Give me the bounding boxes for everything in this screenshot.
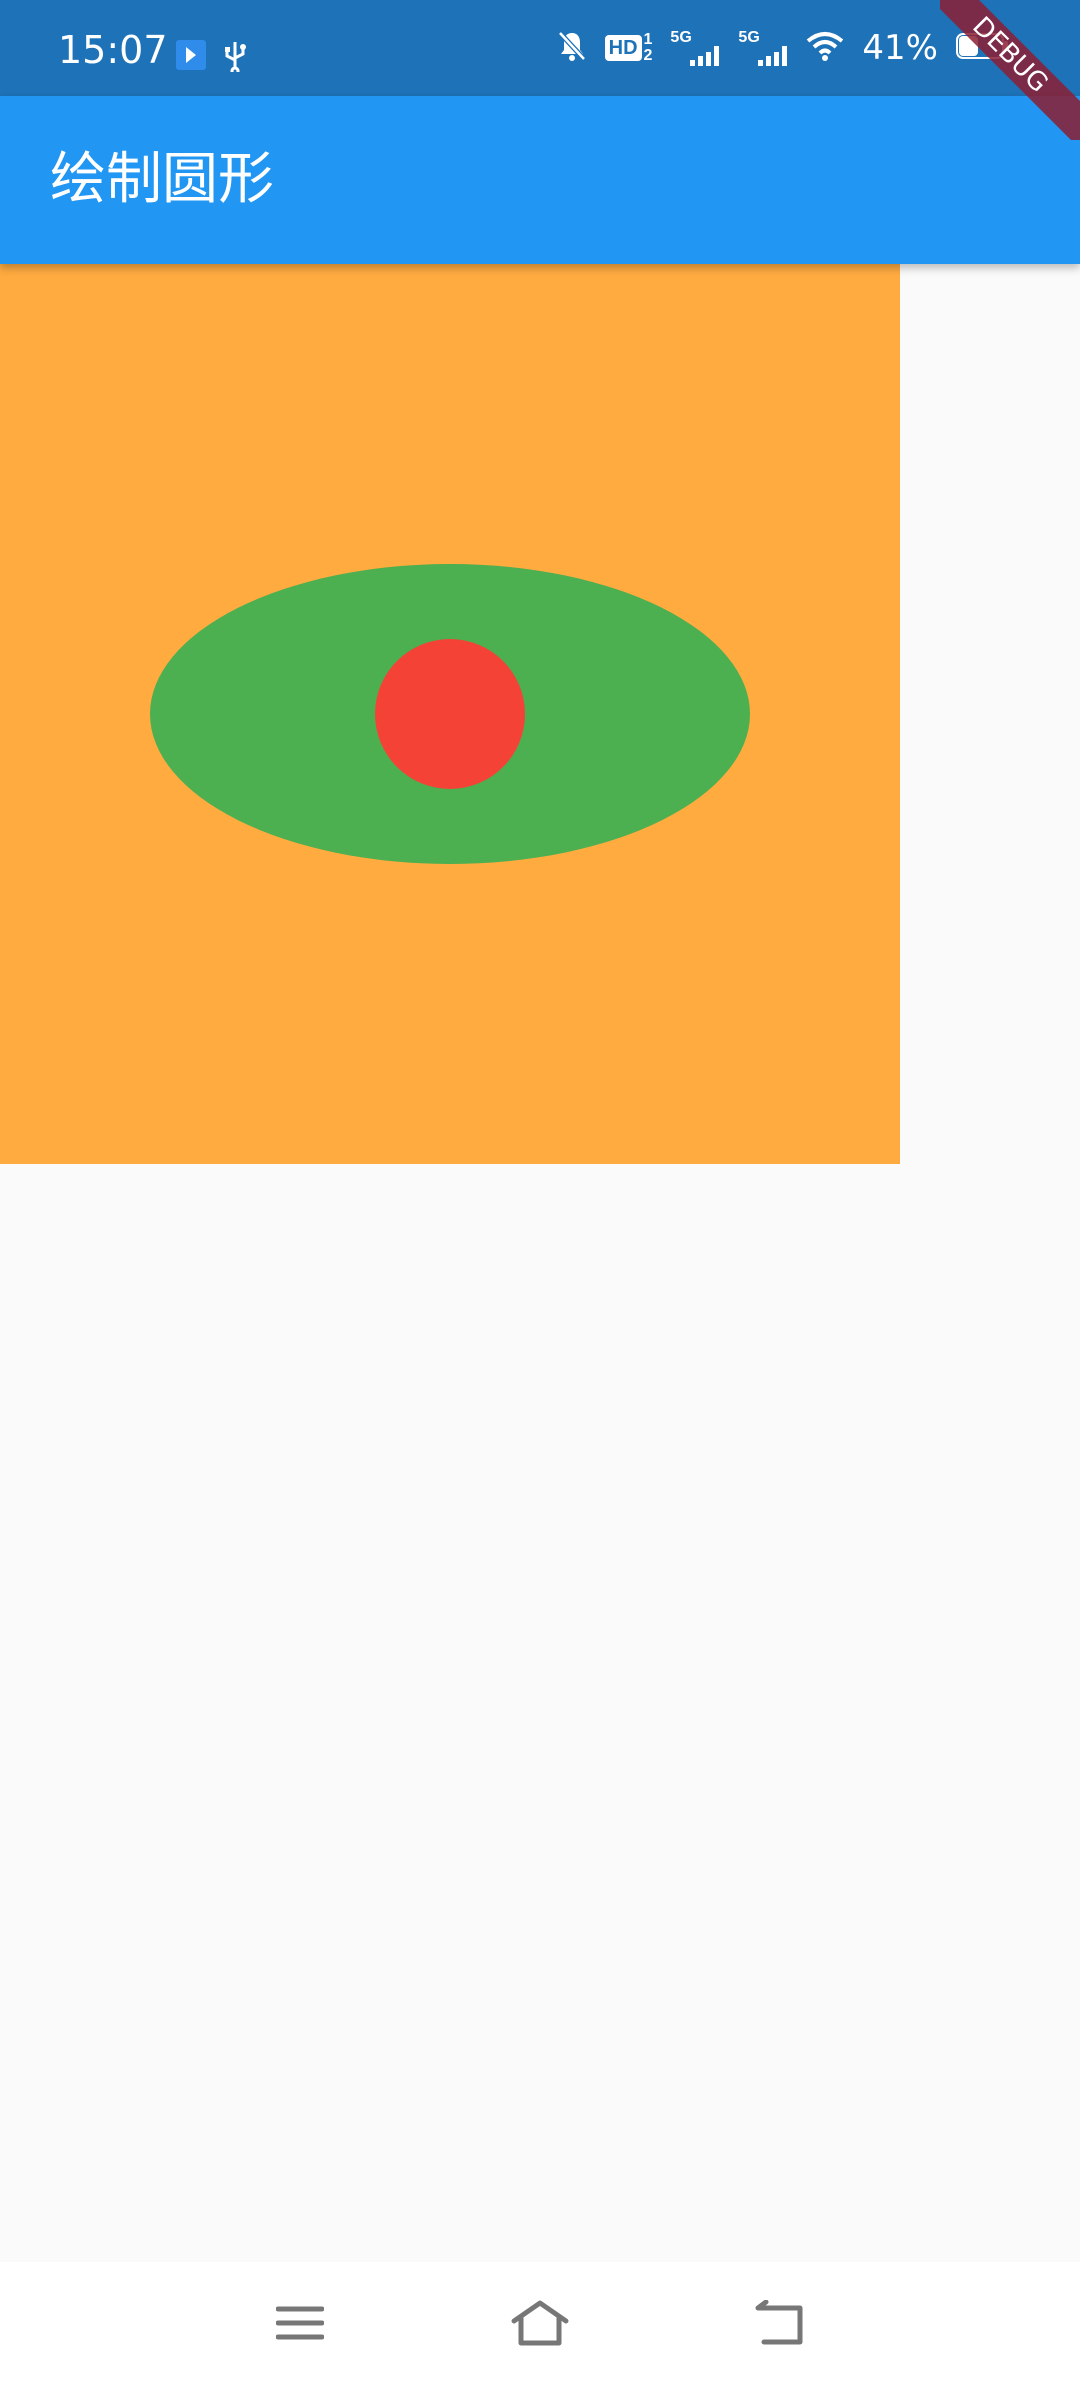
bell-muted-icon <box>557 30 587 67</box>
battery-percent: 41% <box>862 28 938 68</box>
status-time: 15:07 <box>58 28 168 72</box>
menu-button[interactable] <box>265 2290 335 2360</box>
cast-icon <box>176 40 206 75</box>
page-title: 绘制圆形 <box>50 147 274 212</box>
signal-5g-icon: 5G <box>738 30 788 66</box>
debug-label: DEBUG <box>940 0 1080 140</box>
app-bar: 绘制圆形 <box>0 96 1080 264</box>
back-button[interactable] <box>745 2290 815 2360</box>
debug-banner: DEBUG <box>940 0 1080 140</box>
home-icon <box>510 2299 570 2352</box>
status-bar: 15:07 HD 12 5G 5G 41% <box>0 0 1080 96</box>
home-button[interactable] <box>505 2290 575 2360</box>
canvas-svg <box>0 264 900 1164</box>
wifi-icon <box>806 31 844 66</box>
hd-icon: HD 12 <box>604 32 652 64</box>
back-icon <box>754 2299 806 2351</box>
menu-icon <box>275 2303 325 2348</box>
drawing-canvas <box>0 264 900 1164</box>
navigation-bar <box>0 2262 1080 2388</box>
usb-icon <box>222 40 248 77</box>
signal-5g-icon: 5G <box>670 30 720 66</box>
red-circle <box>375 639 525 789</box>
